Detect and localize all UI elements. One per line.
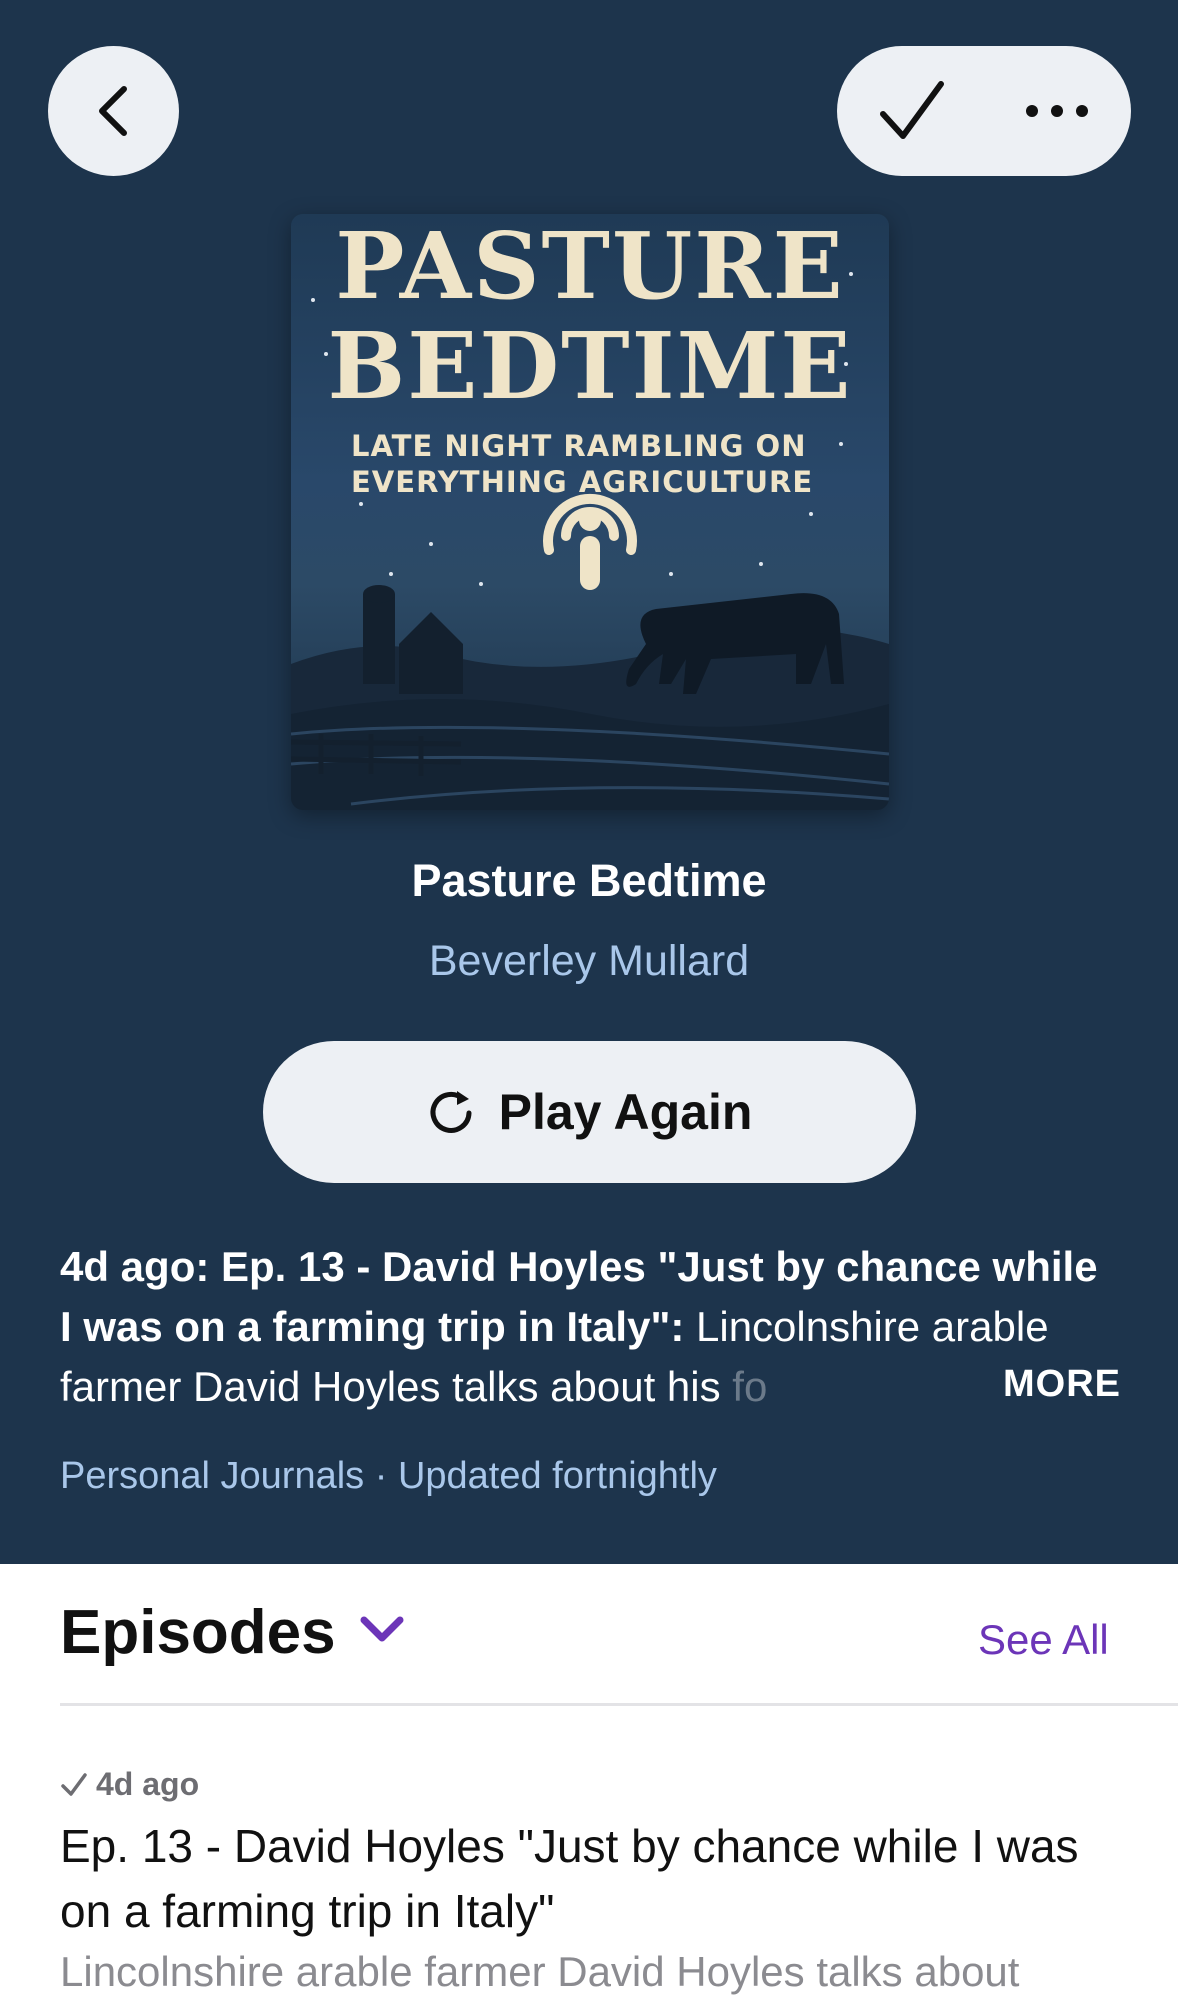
checkmark-icon bbox=[880, 81, 944, 139]
cover-title-line1: PASTURE bbox=[335, 214, 845, 320]
mark-played-button[interactable] bbox=[867, 66, 957, 156]
show-header: PASTURE BEDTIME LATE NIGHT RAMBLING ON E… bbox=[0, 0, 1178, 1564]
meta-separator: · bbox=[374, 1455, 388, 1497]
description-faded: fo bbox=[732, 1363, 768, 1410]
play-again-label: Play Again bbox=[498, 1084, 753, 1140]
more-options-button[interactable] bbox=[1007, 66, 1107, 156]
back-button[interactable] bbox=[48, 46, 179, 176]
show-author[interactable]: Beverley Mullard bbox=[0, 937, 1178, 986]
replay-icon bbox=[430, 1091, 472, 1133]
divider bbox=[60, 1703, 1178, 1706]
episode-date-text: 4d ago bbox=[96, 1766, 200, 1802]
cover-subtitle-line1: LATE NIGHT RAMBLING ON bbox=[351, 429, 807, 463]
latest-episode-description[interactable]: 4d ago: Ep. 13 - David Hoyles "Just by c… bbox=[60, 1237, 1120, 1417]
play-again-button[interactable]: Play Again bbox=[263, 1041, 916, 1183]
episode-snippet: Lincolnshire arable farmer David Hoyles … bbox=[60, 1948, 1020, 1995]
update-frequency: Updated fortnightly bbox=[397, 1455, 717, 1497]
category-link[interactable]: Personal Journals bbox=[60, 1455, 364, 1497]
cover-subtitle-line2: EVERYTHING AGRICULTURE bbox=[351, 465, 814, 499]
episodes-heading[interactable]: Episodes bbox=[60, 1597, 336, 1668]
actions-pill bbox=[837, 46, 1131, 176]
podcast-artwork[interactable]: PASTURE BEDTIME LATE NIGHT RAMBLING ON E… bbox=[291, 214, 889, 810]
show-title: Pasture Bedtime bbox=[411, 855, 767, 906]
episode-date: 4d ago bbox=[60, 1766, 199, 1803]
more-button[interactable]: MORE bbox=[1003, 1363, 1121, 1406]
played-checkmark-icon bbox=[61, 1772, 87, 1796]
episode-title[interactable]: Ep. 13 - David Hoyles "Just by chance wh… bbox=[60, 1814, 1120, 1944]
see-all-link[interactable]: See All bbox=[978, 1616, 1109, 1664]
ellipsis-icon bbox=[1026, 105, 1088, 117]
show-meta: Personal Journals · Updated fortnightly bbox=[60, 1455, 717, 1498]
chevron-down-icon[interactable] bbox=[358, 1612, 406, 1648]
chevron-left-icon bbox=[98, 86, 127, 136]
cover-title-line2: BEDTIME bbox=[327, 312, 853, 420]
